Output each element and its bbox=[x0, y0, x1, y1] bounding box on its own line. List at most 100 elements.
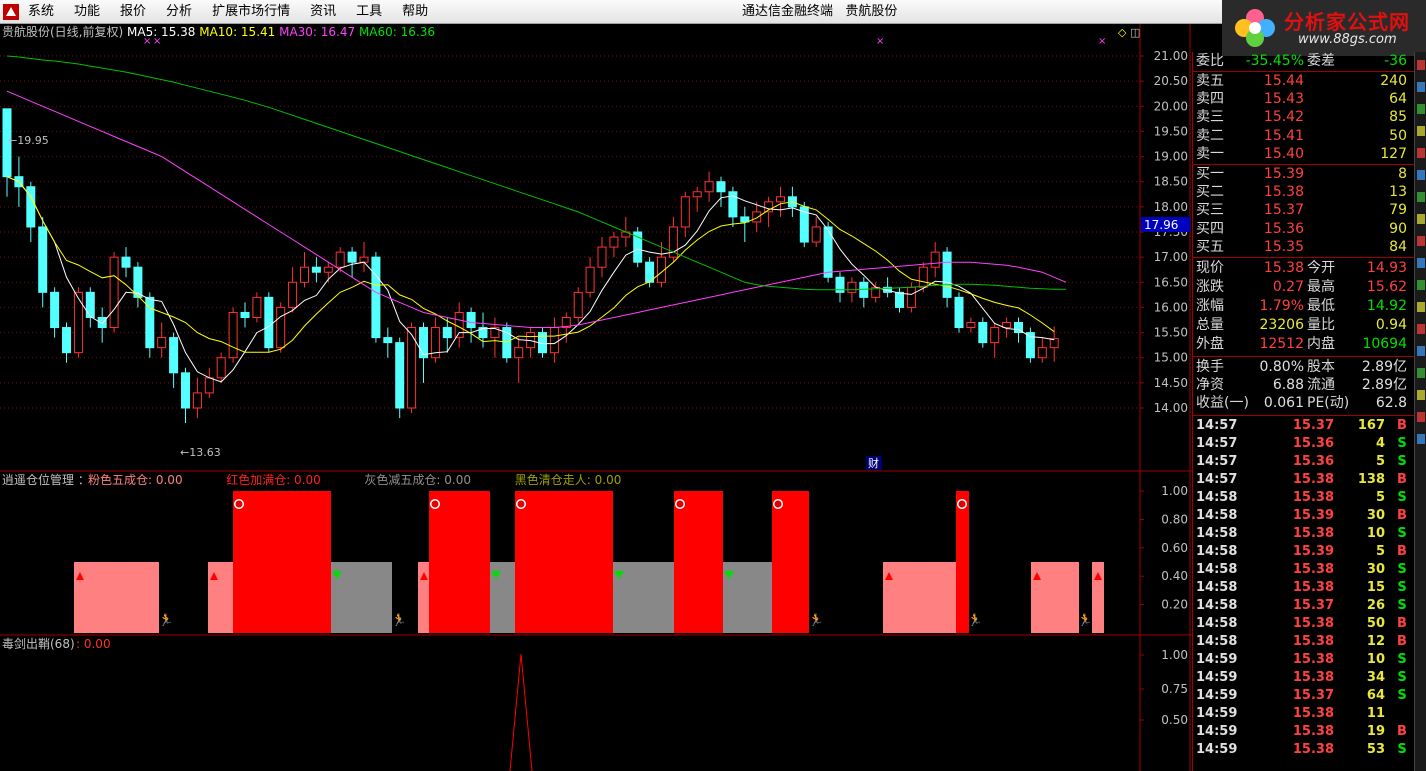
add-position-icon-inner bbox=[774, 500, 782, 508]
tick-volume: 50 bbox=[1366, 616, 1385, 631]
candle-body bbox=[978, 322, 988, 344]
menu-item-4[interactable]: 扩展市场行情 bbox=[212, 0, 290, 24]
event-marker: × bbox=[1098, 36, 1106, 47]
tick-volume: 15 bbox=[1366, 580, 1385, 595]
tick-row: 14:58 15.38 30 S bbox=[1193, 561, 1415, 579]
tick-direction: S bbox=[1397, 490, 1407, 505]
candle-body bbox=[395, 342, 405, 409]
stats-value: 0.27 bbox=[1272, 279, 1304, 295]
candle-body bbox=[906, 286, 916, 308]
candle-body bbox=[311, 266, 321, 273]
stats-label: 现价 bbox=[1196, 260, 1224, 276]
watermark: 分析家公式网 www.88gs.com bbox=[1222, 0, 1426, 56]
candle-body bbox=[442, 327, 452, 339]
tick-time: 14:58 bbox=[1196, 526, 1238, 541]
buy-level-volume: 90 bbox=[1389, 220, 1407, 237]
stats-row-3: 总量 23206 量比 0.94 bbox=[1193, 316, 1415, 335]
position-indicator-value-2: 灰色减五成仓: 0.00 bbox=[364, 473, 471, 487]
candle-body bbox=[228, 311, 238, 359]
tick-row: 14:59 15.38 10 S bbox=[1193, 651, 1415, 669]
exit-runner-icon: 🏃 bbox=[968, 613, 983, 627]
exit-runner-icon: 🏃 bbox=[159, 613, 174, 627]
sell-level-volume: 64 bbox=[1389, 91, 1407, 108]
tick-price: 15.39 bbox=[1292, 508, 1334, 523]
tick-volume: 26 bbox=[1366, 598, 1385, 613]
side-toolbar-icon[interactable] bbox=[1417, 258, 1425, 268]
tick-time: 14:59 bbox=[1196, 688, 1238, 703]
tick-time: 14:59 bbox=[1196, 742, 1238, 757]
kline-chart-area[interactable]: 14.0014.5015.0015.5016.0016.5017.0017.50… bbox=[0, 24, 1192, 771]
candle-body bbox=[335, 251, 345, 268]
menu-item-0[interactable]: 系统 bbox=[28, 0, 54, 24]
side-toolbar-icon[interactable] bbox=[1417, 390, 1425, 400]
candle-body bbox=[419, 327, 428, 359]
candle-body bbox=[704, 181, 714, 193]
chart-header: 贵航股份(日线,前复权) MA5: 15.38 MA10: 15.41 MA30… bbox=[2, 24, 435, 39]
side-toolbar-icon[interactable] bbox=[1417, 324, 1425, 334]
add-position-icon-inner bbox=[958, 500, 966, 508]
fundamentals-value: 0.80% bbox=[1259, 359, 1304, 375]
tick-direction: B bbox=[1397, 418, 1407, 433]
tick-price: 15.37 bbox=[1292, 688, 1334, 703]
side-toolbar-icon[interactable] bbox=[1417, 104, 1425, 114]
fundamentals-value: 2.89亿 bbox=[1361, 377, 1407, 393]
side-toolbar-icon[interactable] bbox=[1417, 82, 1425, 92]
menu-item-5[interactable]: 资讯 bbox=[310, 0, 336, 24]
tick-row: 14:59 15.38 19 B bbox=[1193, 723, 1415, 741]
candle-body bbox=[157, 337, 167, 349]
candle-body bbox=[1037, 347, 1047, 359]
price-axis-label: 20.00 bbox=[1154, 99, 1188, 113]
sell-level-label: 卖五 bbox=[1196, 73, 1224, 89]
price-axis-label: 20.50 bbox=[1154, 74, 1188, 88]
price-axis-label: 16.00 bbox=[1154, 300, 1188, 314]
buy-level-label: 买二 bbox=[1196, 184, 1224, 201]
side-toolbar-icon[interactable] bbox=[1417, 434, 1425, 444]
side-toolbar-icon[interactable] bbox=[1417, 346, 1425, 356]
menu-item-1[interactable]: 功能 bbox=[74, 0, 100, 24]
tick-time: 14:58 bbox=[1196, 562, 1238, 577]
buy-level-2: 买三 15.37 79 bbox=[1193, 201, 1415, 220]
side-toolbar-icon[interactable] bbox=[1417, 192, 1425, 202]
side-toolbar-icon[interactable] bbox=[1417, 412, 1425, 422]
add-position-icon-inner bbox=[235, 500, 243, 508]
menu-item-2[interactable]: 报价 bbox=[120, 0, 146, 24]
buy-level-price: 15.35 bbox=[1263, 238, 1304, 255]
right-toolbar[interactable] bbox=[1414, 52, 1426, 771]
ma60-line bbox=[6, 55, 1067, 291]
candle-body bbox=[252, 296, 262, 318]
side-toolbar-icon[interactable] bbox=[1417, 60, 1425, 70]
tick-volume: 19 bbox=[1366, 724, 1385, 739]
side-toolbar-icon[interactable] bbox=[1417, 302, 1425, 312]
position-bar bbox=[515, 491, 613, 633]
window-title: 通达信金融终端 贵航股份 bbox=[742, 4, 898, 19]
candle-body bbox=[109, 256, 119, 329]
menu-item-7[interactable]: 帮助 bbox=[402, 0, 428, 24]
buy-level-label: 买四 bbox=[1196, 220, 1224, 237]
side-toolbar-icon[interactable] bbox=[1417, 126, 1425, 136]
tick-direction: S bbox=[1397, 652, 1407, 667]
side-toolbar-icon[interactable] bbox=[1417, 214, 1425, 224]
menu-item-6[interactable]: 工具 bbox=[356, 0, 382, 24]
sell-level-price: 15.44 bbox=[1263, 73, 1304, 89]
flower-logo-icon bbox=[1235, 9, 1275, 47]
tick-price: 15.38 bbox=[1292, 742, 1334, 757]
side-toolbar-icon[interactable] bbox=[1417, 148, 1425, 158]
tick-row: 14:57 15.37 167 B bbox=[1193, 417, 1415, 435]
side-toolbar-icon[interactable] bbox=[1417, 236, 1425, 246]
tick-row: 14:59 15.38 34 S bbox=[1193, 669, 1415, 687]
side-toolbar-icon[interactable] bbox=[1417, 170, 1425, 180]
side-toolbar-icon[interactable] bbox=[1417, 368, 1425, 378]
side-toolbar-icon[interactable] bbox=[1417, 280, 1425, 290]
tick-row: 14:58 15.37 26 S bbox=[1193, 597, 1415, 615]
weicha-value: -36 bbox=[1384, 53, 1407, 69]
candle-body bbox=[930, 251, 940, 268]
tick-direction: S bbox=[1397, 562, 1407, 577]
candle-body bbox=[692, 191, 702, 198]
stats-value: 15.62 bbox=[1366, 279, 1407, 295]
stats-label: 外盘 bbox=[1196, 336, 1224, 352]
tick-direction: S bbox=[1397, 742, 1407, 757]
tick-row: 14:57 15.38 138 B bbox=[1193, 471, 1415, 489]
tick-volume: 5 bbox=[1375, 454, 1385, 469]
menu-item-3[interactable]: 分析 bbox=[166, 0, 192, 24]
tick-price: 15.38 bbox=[1292, 616, 1334, 631]
